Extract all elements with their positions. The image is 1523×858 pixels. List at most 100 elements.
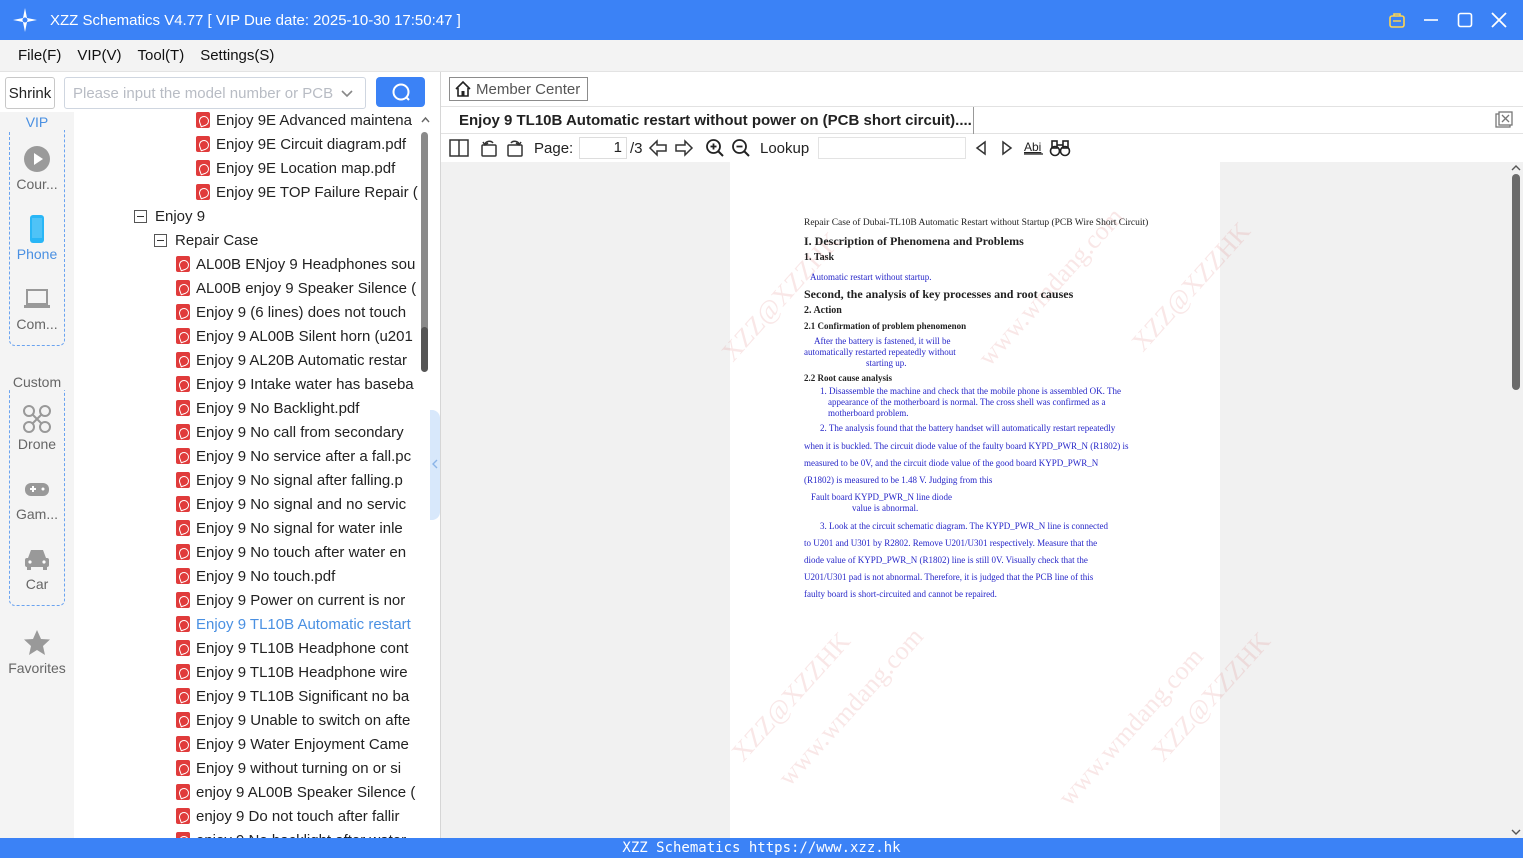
tree-file-item[interactable]: AL00B ENjoy 9 Headphones sou <box>176 252 415 276</box>
page-number-input[interactable]: 1 <box>579 137 627 159</box>
tree-file-item[interactable]: Enjoy 9 No touch after water en <box>176 540 406 564</box>
match-case-button[interactable]: Abi <box>1023 137 1045 159</box>
category-game[interactable]: Gam... <box>0 474 74 522</box>
menu-settings[interactable]: Settings(S) <box>200 47 274 64</box>
tree-file-item[interactable]: Enjoy 9 AL20B Automatic restar <box>176 348 407 372</box>
tree-file-item[interactable]: enjoy 9 Do not touch after fallir <box>176 804 399 828</box>
rotate-left-button[interactable] <box>479 137 499 159</box>
category-favorites-label: Favorites <box>8 660 66 676</box>
tree-file-item[interactable]: enjoy 9 AL00B Speaker Silence ( <box>176 780 415 804</box>
find-all-button[interactable] <box>1049 137 1071 159</box>
tree-file-item[interactable]: Enjoy 9 Unable to switch on afte <box>176 708 410 732</box>
tree-file-item[interactable]: Enjoy 9 TL10B Headphone cont <box>176 636 408 660</box>
tree-file-label: Enjoy 9 No signal after falling.p <box>196 471 403 489</box>
category-computer[interactable]: Com... <box>0 284 74 332</box>
next-page-button[interactable] <box>673 137 695 159</box>
pdf-section-2-2: 2.2 Root cause analysis <box>804 373 893 383</box>
tree-file-item[interactable]: Enjoy 9E TOP Failure Repair ( <box>196 180 418 204</box>
tree-file-item[interactable]: Enjoy 9 (6 lines) does not touch <box>176 300 406 324</box>
close-tab-icon[interactable] <box>1495 111 1513 129</box>
rotate-right-button[interactable] <box>505 137 525 159</box>
maximize-button[interactable] <box>1455 10 1475 30</box>
category-favorites[interactable]: Favorites <box>0 628 74 676</box>
scroll-down-icon[interactable] <box>1510 828 1522 836</box>
panel-splitter[interactable] <box>430 410 440 520</box>
category-phone[interactable]: Phone <box>0 214 74 262</box>
tree-file-item[interactable]: Enjoy 9 No touch.pdf <box>176 564 335 588</box>
pdf-p3-line-5: faulty board is short-circuited and cann… <box>804 589 997 599</box>
pdf-viewer[interactable]: XZZ@XZZHK www.wmdang.com XZZ@XZZHK XZZ@X… <box>441 162 1509 838</box>
tree-file-item[interactable]: Enjoy 9 TL10B Headphone wire <box>176 660 408 684</box>
tree-file-item[interactable]: AL00B enjoy 9 Speaker Silence ( <box>176 276 416 300</box>
tree-file-label: Enjoy 9 TL10B Headphone wire <box>196 663 408 681</box>
tree-file-item[interactable]: Enjoy 9E Advanced maintena <box>196 112 412 132</box>
pdf-file-icon <box>176 688 190 704</box>
pdf-file-icon <box>176 640 190 656</box>
collapse-icon[interactable] <box>134 209 147 223</box>
toggle-sidebar-button[interactable] <box>449 137 469 159</box>
watermark-5: www.wmdang.com <box>772 621 929 792</box>
zoom-out-button[interactable] <box>731 137 751 159</box>
category-drone[interactable]: Drone <box>0 404 74 452</box>
viewer-pane: Member Center Enjoy 9 TL10B Automatic re… <box>441 72 1523 838</box>
lookup-input[interactable] <box>818 137 966 159</box>
document-tab[interactable]: Enjoy 9 TL10B Automatic restart without … <box>449 107 974 134</box>
tree-file-item[interactable]: Enjoy 9 AL00B Silent horn (u201 <box>176 324 413 348</box>
scroll-up-icon[interactable] <box>420 116 431 124</box>
shrink-button[interactable]: Shrink <box>5 77 55 109</box>
viewer-scroll-thumb[interactable] <box>1512 174 1520 390</box>
tree-folder-repair-case[interactable]: Repair Case <box>154 228 258 252</box>
tree-file-item[interactable]: Enjoy 9 No signal and no servic <box>176 492 406 516</box>
tree-file-label: Enjoy 9 No touch.pdf <box>196 567 336 585</box>
tree-file-item-selected[interactable]: Enjoy 9 TL10B Automatic restart <box>176 612 411 636</box>
collapse-icon[interactable] <box>154 233 167 247</box>
search-button[interactable] <box>376 77 425 107</box>
scroll-up-icon[interactable] <box>1510 164 1522 172</box>
find-next-button[interactable] <box>999 137 1015 159</box>
split-view-icon <box>449 139 469 157</box>
tree-scroll-thumb[interactable] <box>421 327 428 372</box>
pdf-header: Repair Case of Dubai-TL10B Automatic Res… <box>804 218 1149 228</box>
viewer-scrollbar[interactable] <box>1509 162 1523 838</box>
tree-folder-label: Enjoy 9 <box>155 207 206 225</box>
tree-file-item[interactable]: Enjoy 9 No Backlight.pdf <box>176 396 359 420</box>
menu-tool[interactable]: Tool(T) <box>138 47 185 64</box>
tree-folder-enjoy9[interactable]: Enjoy 9 <box>134 204 205 228</box>
tree-file-item[interactable]: Enjoy 9E Circuit diagram.pdf <box>196 132 406 156</box>
menu-file[interactable]: File(F) <box>18 47 61 64</box>
search-input[interactable]: Please input the model number or PCB <box>64 77 366 109</box>
tree-file-item[interactable]: Enjoy 9E Location map.pdf <box>196 156 395 180</box>
pdf-file-icon <box>176 424 190 440</box>
category-car[interactable]: Car <box>0 544 74 592</box>
minimize-button[interactable] <box>1421 10 1441 30</box>
tree-file-item[interactable]: Enjoy 9 Water Enjoyment Came <box>176 732 409 756</box>
tree-file-item[interactable]: Enjoy 9 Intake water has baseba <box>176 372 414 396</box>
tree-file-item[interactable]: enjoy 9 No backlight after water <box>176 828 406 838</box>
menu-vip[interactable]: VIP(V) <box>77 47 121 64</box>
pdf-file-icon <box>176 376 190 392</box>
pdf-p2-line-1: 2. The analysis found that the battery h… <box>820 423 1116 433</box>
file-tree: Enjoy 9E Advanced maintena Enjoy 9E Circu… <box>74 112 419 838</box>
pdf-file-icon <box>176 808 190 824</box>
chevron-down-icon[interactable] <box>339 85 355 101</box>
tree-file-label: Enjoy 9 AL20B Automatic restar <box>196 351 407 369</box>
tree-file-item[interactable]: Enjoy 9 TL10B Significant no ba <box>176 684 409 708</box>
pdf-file-icon <box>176 472 190 488</box>
tree-file-item[interactable]: Enjoy 9 No signal for water inle <box>176 516 403 540</box>
app-window: XZZ Schematics V4.77 [ VIP Due date: 202… <box>0 0 1523 858</box>
find-prev-button[interactable] <box>973 137 989 159</box>
category-course[interactable]: Cour... <box>0 144 74 192</box>
pdf-p1-line-1: 1. Disassemble the machine and check tha… <box>820 386 1122 396</box>
prev-page-button[interactable] <box>647 137 669 159</box>
tree-file-label: AL00B ENjoy 9 Headphones sou <box>196 255 416 273</box>
vip-bag-button[interactable] <box>1387 10 1407 30</box>
zoom-in-button[interactable] <box>705 137 725 159</box>
tree-file-item[interactable]: Enjoy 9 No call from secondary <box>176 420 404 444</box>
tree-file-item[interactable]: Enjoy 9 without turning on or si <box>176 756 401 780</box>
tree-file-item[interactable]: Enjoy 9 No signal after falling.p <box>176 468 403 492</box>
pdf-file-icon <box>196 160 210 176</box>
member-center-button[interactable]: Member Center <box>449 77 588 101</box>
tree-file-item[interactable]: Enjoy 9 Power on current is nor <box>176 588 405 612</box>
close-button[interactable] <box>1489 10 1509 30</box>
tree-file-item[interactable]: Enjoy 9 No service after a fall.pc <box>176 444 411 468</box>
